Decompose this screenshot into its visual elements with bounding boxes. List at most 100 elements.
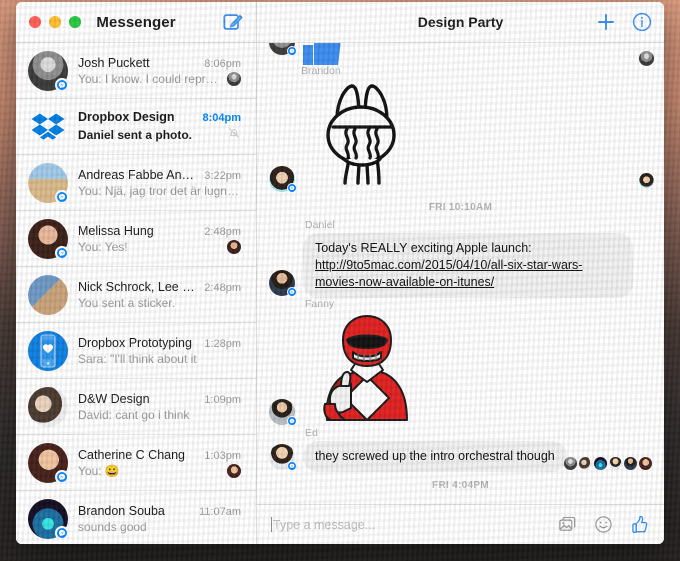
muted-bell-icon bbox=[227, 126, 241, 143]
conversation-timestamp: 8:06pm bbox=[204, 57, 241, 70]
message-body: Ed they screwed up the intro orchestral t… bbox=[303, 427, 567, 472]
minimize-window-button[interactable] bbox=[49, 16, 61, 28]
conversation-list-item[interactable]: Josh Puckett 8:06pm You: I know. I could r… bbox=[16, 43, 256, 99]
message-sender-name: Ed bbox=[305, 426, 318, 439]
message-row: Brandon bbox=[257, 43, 664, 79]
conversation-list-item[interactable]: Dropbox Design 8:04pm Daniel sent a photo. bbox=[16, 99, 256, 155]
seen-indicator-avatar bbox=[609, 456, 622, 470]
conversation-snippet: You sent a sticker. bbox=[78, 295, 175, 310]
messenger-badge-icon bbox=[287, 183, 297, 193]
chat-pane: Design Party Brandon FRI 10:10AM Daniel … bbox=[257, 2, 664, 544]
conversation-list-item[interactable]: Melissa Hung 2:48pm You: Yes! bbox=[16, 211, 256, 267]
message-link[interactable]: http://9to5mac.com/2015/04/10/all-six-st… bbox=[315, 258, 582, 289]
avatar-wrapper bbox=[28, 162, 69, 204]
conversation-text: Brandon Souba 11:07am sounds good bbox=[68, 504, 245, 534]
conversation-name: Catherine C Chang bbox=[78, 447, 186, 462]
sticker-message: Brandon bbox=[299, 43, 347, 77]
seen-indicator-avatar bbox=[639, 456, 652, 470]
compose-pencil-icon[interactable] bbox=[222, 11, 244, 33]
conversation-top-row: Brandon Souba 11:07am bbox=[78, 504, 241, 518]
messenger-badge-icon bbox=[287, 46, 297, 56]
plus-icon[interactable] bbox=[596, 12, 616, 32]
message-thread[interactable]: Brandon FRI 10:10AM Daniel Today's REALLY e… bbox=[257, 43, 664, 504]
message-avatar-wrapper bbox=[269, 443, 297, 471]
avatar-wrapper bbox=[28, 386, 68, 427]
avatar-wrapper bbox=[28, 330, 68, 371]
smiley-icon[interactable] bbox=[594, 515, 613, 534]
conversation-list[interactable]: Josh Puckett 8:06pm You: I know. I could r… bbox=[16, 43, 256, 544]
conversation-snippet-row: You: Yes! bbox=[78, 239, 241, 254]
message-avatar-wrapper bbox=[269, 398, 297, 426]
conversation-snippet-row: You: I know. I could reproduce. I h… bbox=[78, 71, 241, 86]
avatar-wrapper bbox=[28, 274, 68, 315]
conversation-timestamp: 3:22pm bbox=[204, 169, 241, 182]
conversation-name: Andreas Fabbe Andersson bbox=[78, 167, 198, 182]
messenger-badge-icon bbox=[287, 286, 297, 297]
conversation-top-row: Josh Puckett 8:06pm bbox=[78, 56, 241, 70]
conversation-list-item[interactable]: Nick Schrock, Lee Byron, … 2:48pm You sent… bbox=[16, 267, 256, 323]
conversation-name: Nick Schrock, Lee Byron, … bbox=[78, 279, 198, 294]
chat-header: Design Party bbox=[257, 2, 664, 43]
conversation-text: Melissa Hung 2:48pm You: Yes! bbox=[68, 224, 245, 254]
avatar-wrapper bbox=[28, 106, 68, 147]
conversation-snippet-row: Daniel sent a photo. bbox=[78, 126, 241, 143]
conversation-snippet-row: You: 😀 bbox=[78, 463, 241, 478]
desktop-background: Messenger Josh Puckett 8:06pm You: I know.… bbox=[0, 0, 680, 561]
conversation-text: Dropbox Prototyping 1:28pm Sara: "I'll thi… bbox=[68, 336, 245, 366]
close-window-button[interactable] bbox=[29, 16, 41, 28]
avatar-wrapper bbox=[28, 218, 69, 260]
zoom-window-button[interactable] bbox=[69, 16, 81, 28]
conversation-top-row: Nick Schrock, Lee Byron, … 2:48pm bbox=[78, 280, 241, 294]
sticker-message bbox=[303, 312, 419, 427]
conversation-timestamp: 11:07am bbox=[199, 505, 241, 518]
conversation-text: D&W Design 1:09pm David: cant go i think bbox=[68, 392, 245, 422]
messenger-badge-icon bbox=[55, 245, 69, 260]
conversation-list-item[interactable]: Catherine C Chang 1:03pm You: 😀 bbox=[16, 435, 256, 491]
traffic-lights bbox=[16, 16, 81, 28]
messenger-badge-icon bbox=[287, 460, 297, 471]
message-input[interactable] bbox=[273, 517, 548, 532]
conversation-list-item[interactable]: Dropbox Prototyping 1:28pm Sara: "I'll thi… bbox=[16, 323, 256, 379]
message-avatar-wrapper bbox=[269, 166, 297, 193]
conversation-list-item[interactable]: Brandon Souba 11:07am sounds good bbox=[16, 491, 256, 544]
message-sender-name: Fanny bbox=[305, 297, 335, 310]
text-cursor bbox=[271, 517, 272, 532]
timestamp-separator: FRI 4:04PM bbox=[432, 479, 489, 491]
avatar-wrapper bbox=[28, 50, 69, 92]
conversation-top-row: Dropbox Prototyping 1:28pm bbox=[78, 336, 241, 350]
avatar bbox=[28, 106, 68, 147]
conversation-text: Nick Schrock, Lee Byron, … 2:48pm You sent… bbox=[68, 280, 245, 310]
sticker-message bbox=[303, 79, 419, 194]
conversation-timestamp: 1:09pm bbox=[204, 393, 241, 406]
message-body bbox=[303, 79, 419, 194]
seen-indicator-avatar bbox=[624, 456, 637, 470]
message-sender-name: Brandon bbox=[301, 65, 341, 77]
conversation-name: D&W Design bbox=[78, 391, 150, 406]
message-row: Daniel Today's REALLY exciting Apple laun… bbox=[257, 219, 664, 298]
conversation-timestamp: 2:48pm bbox=[204, 281, 241, 294]
messenger-badge-icon bbox=[55, 469, 69, 484]
conversation-snippet: You: I know. I could reproduce. I h… bbox=[78, 71, 221, 86]
message-bubble[interactable]: Today's REALLY exciting Apple launch: htt… bbox=[303, 233, 633, 298]
blue-thumbs-up-sticker bbox=[303, 43, 341, 65]
message-bubble[interactable]: they screwed up the intro orchestral tho… bbox=[303, 440, 567, 472]
conversation-top-row: Andreas Fabbe Andersson 3:22pm bbox=[78, 168, 241, 182]
conversation-list-item[interactable]: D&W Design 1:09pm David: cant go i think bbox=[16, 379, 256, 435]
messenger-badge-icon bbox=[55, 77, 69, 92]
thumbs-up-icon[interactable] bbox=[630, 515, 650, 535]
message-avatar-wrapper bbox=[269, 43, 297, 56]
conversation-snippet-row: sounds good bbox=[78, 520, 241, 534]
window-body: Messenger Josh Puckett 8:06pm You: I know.… bbox=[16, 2, 664, 544]
seen-indicator-avatar bbox=[594, 456, 607, 470]
photo-stack-icon[interactable] bbox=[558, 515, 577, 534]
chat-title: Design Party bbox=[417, 14, 504, 30]
avatar bbox=[28, 274, 68, 315]
red-power-ranger-sticker bbox=[323, 314, 408, 421]
conversation-text: Catherine C Chang 1:03pm You: 😀 bbox=[68, 448, 245, 478]
conversation-list-item[interactable]: Andreas Fabbe Andersson 3:22pm You: Njä, j… bbox=[16, 155, 256, 211]
conversation-name: Dropbox Design bbox=[78, 110, 175, 124]
sidebar-header: Messenger bbox=[16, 2, 256, 43]
info-circle-icon[interactable] bbox=[632, 12, 652, 32]
seen-indicator-avatar bbox=[227, 239, 241, 254]
conversation-name: Josh Puckett bbox=[78, 55, 150, 70]
